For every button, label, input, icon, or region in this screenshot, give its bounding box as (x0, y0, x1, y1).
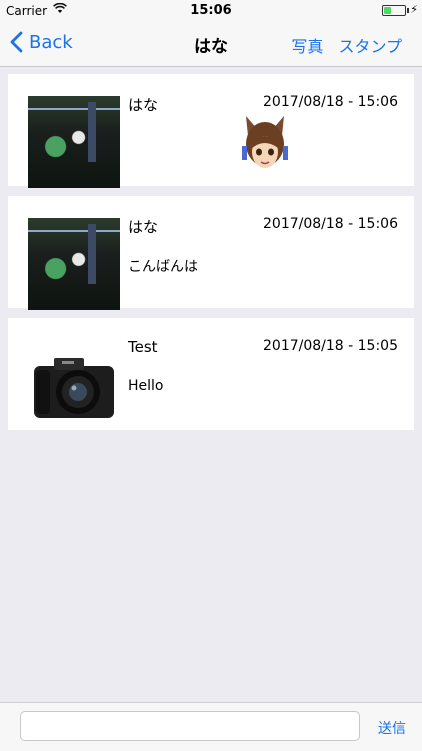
message-timestamp: 2017/08/18 - 15:06 (263, 216, 398, 232)
sender-name: はな (128, 218, 159, 236)
avatar-night-photo (28, 218, 120, 310)
status-bar: Carrier 15:06 ⚡ (0, 0, 422, 22)
message-timestamp: 2017/08/18 - 15:06 (263, 94, 398, 110)
battery-icon (382, 5, 406, 16)
clock: 15:06 (190, 3, 232, 18)
navigation-bar: Back はな 写真 スタンプ (0, 22, 422, 67)
camera-avatar-icon (34, 358, 114, 418)
message-text: こんばんは (128, 259, 198, 275)
composer-bar: 送信 (0, 702, 422, 751)
anime-sticker-image (242, 116, 288, 168)
photo-button[interactable]: 写真 (291, 37, 323, 56)
charging-icon: ⚡ (410, 3, 418, 16)
stamp-button[interactable]: スタンプ (338, 37, 402, 56)
sender-name: はな (128, 96, 159, 114)
nav-actions: 写真 スタンプ (281, 33, 402, 57)
battery-cap (407, 8, 409, 13)
sender-name: Test (128, 338, 158, 356)
message-item[interactable]: Test 2017/08/18 - 15:05 Hello (8, 318, 414, 430)
message-input[interactable] (20, 711, 360, 741)
message-item[interactable]: はな 2017/08/18 - 15:06 (8, 74, 414, 188)
message-timestamp: 2017/08/18 - 15:05 (263, 338, 398, 354)
message-item[interactable]: はな 2017/08/18 - 15:06 こんばんは (8, 196, 414, 310)
message-text: Hello (128, 378, 164, 394)
avatar-night-photo (28, 96, 120, 188)
send-button[interactable]: 送信 (378, 718, 406, 738)
